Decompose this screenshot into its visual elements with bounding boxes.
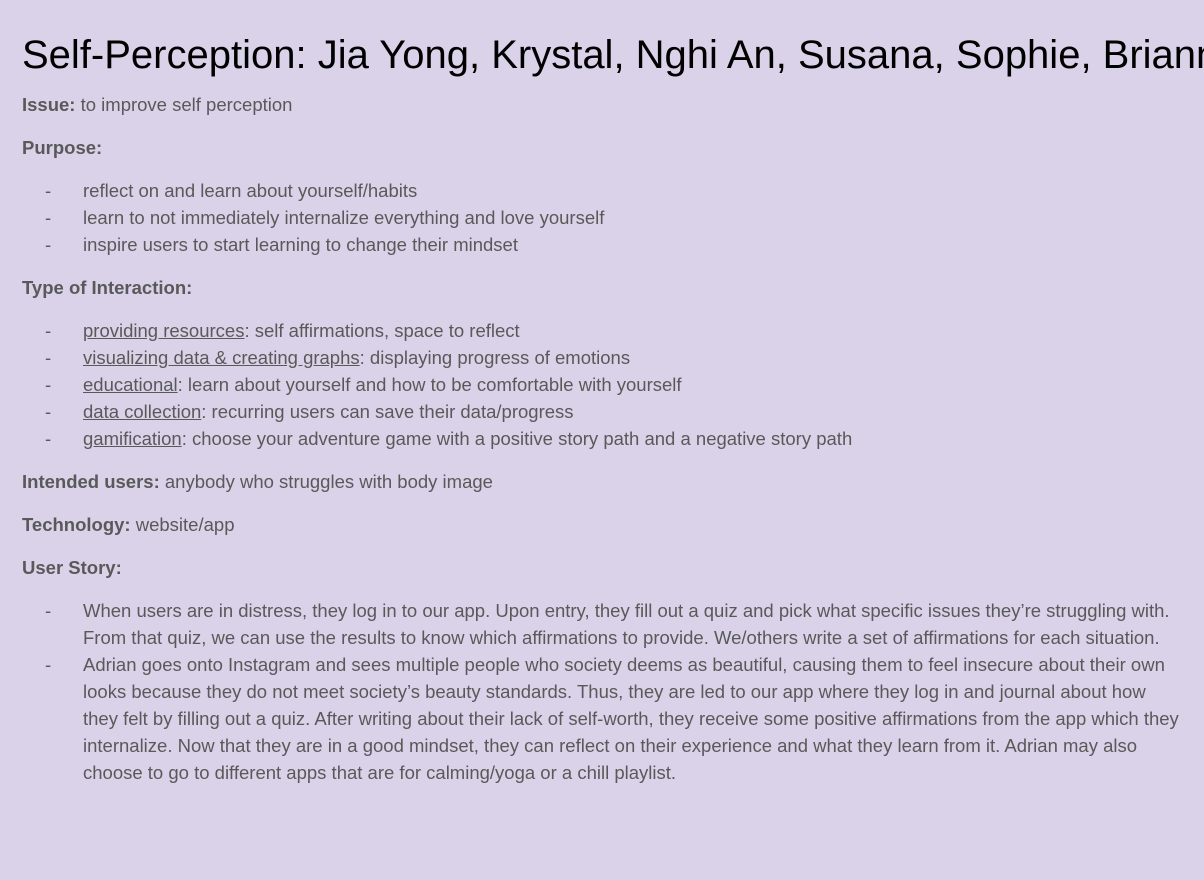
issue-text: to improve self perception (75, 94, 293, 115)
issue-label: Issue: (22, 94, 76, 115)
intended-users-text: anybody who struggles with body image (159, 471, 493, 492)
user-story-label: User Story: (22, 557, 122, 578)
interaction-desc: : choose your adventure game with a posi… (181, 428, 853, 449)
interaction-term: gamification (83, 428, 182, 449)
list-item: - data collection: recurring users can sa… (22, 398, 1182, 425)
list-item: - visualizing data & creating graphs: dis… (22, 344, 1182, 371)
bullet-dash: - (45, 320, 52, 341)
user-story-heading: User Story: (22, 554, 1182, 581)
list-item-text: learn to not immediately internalize eve… (83, 207, 605, 228)
list-item: - learn to not immediately internalize ev… (22, 204, 1182, 231)
interaction-desc: : displaying progress of emotions (359, 347, 631, 368)
interaction-term: data collection (83, 401, 202, 422)
list-item-text: reflect on and learn about yourself/habi… (83, 180, 418, 201)
list-item: - educational: learn about yourself and h… (22, 371, 1182, 398)
intended-users-line: Intended users: anybody who struggles wi… (22, 468, 1182, 495)
issue-line: Issue: to improve self perception (22, 91, 1182, 118)
technology-label: Technology: (22, 514, 131, 535)
technology-text: website/app (130, 514, 235, 535)
list-item: - providing resources: self affirmations,… (22, 317, 1182, 344)
bullet-dash: - (45, 428, 52, 449)
intended-users-label: Intended users: (22, 471, 160, 492)
interaction-desc: : learn about yourself and how to be com… (177, 374, 682, 395)
bullet-dash: - (45, 180, 52, 201)
interaction-term: educational (83, 374, 178, 395)
purpose-label: Purpose: (22, 137, 103, 158)
list-item-text: inspire users to start learning to chang… (83, 234, 518, 255)
interaction-desc: : recurring users can save their data/pr… (201, 401, 574, 422)
interaction-label: Type of Interaction: (22, 277, 193, 298)
list-item: - inspire users to start learning to chan… (22, 231, 1182, 258)
interaction-desc: : self affirmations, space to reflect (244, 320, 520, 341)
purpose-list: - reflect on and learn about yourself/hab… (22, 177, 1182, 258)
purpose-heading: Purpose: (22, 134, 1182, 161)
bullet-dash: - (45, 600, 52, 621)
page-title: Self-Perception: Jia Yong, Krystal, Nghi… (22, 33, 1204, 77)
technology-line: Technology: website/app (22, 511, 1182, 538)
interaction-heading: Type of Interaction: (22, 274, 1182, 301)
bullet-dash: - (45, 401, 52, 422)
document-page: Self-Perception: Jia Yong, Krystal, Nghi… (0, 0, 1204, 786)
interaction-list: - providing resources: self affirmations,… (22, 317, 1182, 452)
bullet-dash: - (45, 654, 52, 675)
list-item: - When users are in distress, they log in… (22, 597, 1182, 651)
list-item-text: When users are in distress, they log in … (83, 600, 1170, 648)
list-item-text: Adrian goes onto Instagram and sees mult… (83, 654, 1179, 783)
bullet-dash: - (45, 374, 52, 395)
interaction-term: visualizing data & creating graphs (83, 347, 360, 368)
list-item: - Adrian goes onto Instagram and sees mul… (22, 651, 1182, 786)
list-item: - gamification: choose your adventure gam… (22, 425, 1182, 452)
interaction-term: providing resources (83, 320, 245, 341)
list-item: - reflect on and learn about yourself/hab… (22, 177, 1182, 204)
user-story-list: - When users are in distress, they log in… (22, 597, 1182, 786)
bullet-dash: - (45, 347, 52, 368)
bullet-dash: - (45, 234, 52, 255)
bullet-dash: - (45, 207, 52, 228)
